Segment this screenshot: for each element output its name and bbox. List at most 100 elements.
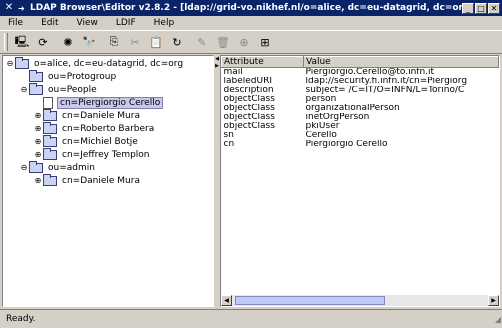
menu-bar: File Edit View LDIF Help	[0, 16, 502, 30]
attribute-value-cell[interactable]: Cerello	[304, 131, 499, 140]
attribute-name-cell[interactable]: sn	[222, 131, 304, 140]
maximize-button[interactable]: □	[475, 2, 487, 14]
table-row[interactable]: labeledURI ldap://security.fi.infn.it/cn=…	[222, 77, 499, 86]
toolbar: 🖳 ⟳ ✺ 🔭 ⎘ ✂ 📋 ↻ ✎ 🗑 ⊕ ⊞	[0, 30, 502, 54]
tree-node[interactable]: ⊕ cn=Roberto Barbera	[33, 121, 156, 135]
column-header-value[interactable]: Value	[303, 56, 499, 68]
search-icon[interactable]: 🔭	[79, 32, 99, 52]
scroll-thumb[interactable]	[235, 296, 385, 305]
scroll-left-button[interactable]: ◀	[221, 295, 232, 306]
folder-icon	[43, 173, 57, 186]
reconnect-icon[interactable]: ⟳	[33, 32, 53, 52]
table-row[interactable]: description subject= /C=IT/O=INFN/L=Torin…	[222, 86, 499, 95]
tree-node-label[interactable]: cn=Roberto Barbera	[60, 124, 156, 134]
attribute-name-cell[interactable]: labeledURI	[222, 77, 304, 86]
paste-icon[interactable]: 📋	[146, 32, 166, 52]
menu-edit[interactable]: Edit	[39, 18, 60, 28]
menu-help[interactable]: Help	[152, 18, 177, 28]
attribute-name-cell[interactable]: description	[222, 86, 304, 95]
attribute-name-cell[interactable]: objectClass	[222, 122, 304, 131]
table-header-row: Attribute Value	[221, 56, 499, 68]
status-bar: Ready. ◢	[0, 309, 502, 328]
rename-icon[interactable]: ↻	[167, 32, 187, 52]
tree-node-label[interactable]: o=alice, dc=eu-datagrid, dc=org	[32, 59, 185, 69]
table-row[interactable]: cn Piergiorgio Cerello	[222, 140, 499, 149]
table-row[interactable]: sn Cerello	[222, 131, 499, 140]
resize-grip-icon[interactable]: ◢	[489, 315, 501, 327]
attribute-name-cell[interactable]: objectClass	[222, 113, 304, 122]
main-content: ⊖ o=alice, dc=eu-datagrid, dc=org ou=Proto…	[2, 55, 500, 307]
attribute-value-cell[interactable]: person	[304, 95, 499, 104]
window-title: LDAP Browser\Editor v2.8.2 - [ldap://gri…	[30, 3, 462, 13]
collapse-icon[interactable]: ⊖	[19, 85, 29, 94]
tree-node-label[interactable]: cn=Daniele Mura	[60, 111, 142, 121]
attribute-name-cell[interactable]: objectClass	[222, 104, 304, 113]
tree-node-label[interactable]: cn=Jeffrey Templon	[60, 150, 152, 160]
attribute-name-cell[interactable]: cn	[222, 140, 304, 149]
tree-node[interactable]: ⊖ o=alice, dc=eu-datagrid, dc=org	[5, 56, 185, 70]
directory-tree[interactable]: ⊖ o=alice, dc=eu-datagrid, dc=org ou=Proto…	[2, 55, 214, 307]
attribute-value-cell[interactable]: Piergiorgio.Cerello@to.infn.it	[304, 68, 499, 78]
attribute-value-cell[interactable]: ldap://security.fi.infn.it/cn=Piergiorg	[304, 77, 499, 86]
tree-node-label[interactable]: cn=Piergiorgio Cerello	[57, 96, 164, 109]
attribute-value-cell[interactable]: inetOrgPerson	[304, 113, 499, 122]
expand-icon[interactable]: ⊕	[33, 176, 43, 185]
expand-icon[interactable]: ⊕	[33, 111, 43, 120]
horizontal-scrollbar[interactable]: ◀ ▶	[221, 295, 499, 306]
attribute-value-cell[interactable]: pkiUser	[304, 122, 499, 131]
tree-node[interactable]: ⊖ ou=admin	[19, 160, 97, 174]
menu-ldif[interactable]: LDIF	[114, 18, 138, 28]
table-row[interactable]: objectClass pkiUser	[222, 122, 499, 131]
refresh-icon[interactable]: ✺	[58, 32, 78, 52]
attribute-table: Attribute Value mail Piergiorgio.Cerello@…	[221, 56, 499, 149]
table-row[interactable]: objectClass person	[222, 95, 499, 104]
folder-icon	[29, 69, 43, 82]
folder-icon	[43, 134, 57, 147]
table-row[interactable]: mail Piergiorgio.Cerello@to.infn.it	[222, 68, 499, 78]
edit-icon[interactable]: ✎	[192, 32, 212, 52]
table-row[interactable]: objectClass inetOrgPerson	[222, 113, 499, 122]
tree-node[interactable]: ⊕ cn=Daniele Mura	[33, 108, 142, 122]
tree-node[interactable]: ou=Protogroup	[19, 69, 118, 83]
scroll-right-button[interactable]: ▶	[488, 295, 499, 306]
folder-icon	[29, 82, 43, 95]
tree-node[interactable]: ⊕ cn=Daniele Mura	[33, 173, 142, 187]
attribute-value-cell[interactable]: Piergiorgio Cerello	[304, 140, 499, 149]
collapse-icon[interactable]: ⊖	[19, 163, 29, 172]
close-button[interactable]: ✕	[488, 2, 500, 14]
expand-icon[interactable]: ⊕	[33, 124, 43, 133]
connect-icon[interactable]: 🖳	[12, 32, 32, 52]
attribute-name-cell[interactable]: objectClass	[222, 95, 304, 104]
attribute-name-cell[interactable]: mail	[222, 68, 304, 78]
attribute-value-cell[interactable]: organizationalPerson	[304, 104, 499, 113]
toolbar-grip[interactable]	[4, 33, 8, 51]
add-attribute-icon[interactable]: ⊞	[255, 32, 275, 52]
column-header-attribute[interactable]: Attribute	[221, 56, 304, 68]
tree-node[interactable]: cn=Piergiorgio Cerello	[33, 96, 164, 109]
cut-icon[interactable]: ✂	[125, 32, 145, 52]
tree-node[interactable]: ⊕ cn=Michiel Botje	[33, 134, 140, 148]
collapse-icon[interactable]: ⊖	[5, 59, 15, 68]
minimize-button[interactable]: _	[462, 2, 474, 14]
menu-view[interactable]: View	[75, 18, 100, 28]
copy-dn-icon[interactable]: ⎘	[104, 32, 124, 52]
expand-icon[interactable]: ⊕	[33, 150, 43, 159]
entry-icon	[43, 96, 53, 109]
expand-icon[interactable]: ⊕	[33, 137, 43, 146]
title-bar: ✕ ➜ LDAP Browser\Editor v2.8.2 - [ldap:/…	[0, 0, 502, 16]
folder-icon	[29, 160, 43, 173]
tree-node-label[interactable]: ou=Protogroup	[46, 72, 118, 82]
add-entry-icon[interactable]: ⊕	[234, 32, 254, 52]
attribute-value-cell[interactable]: subject= /C=IT/O=INFN/L=Torino/C	[304, 86, 499, 95]
tree-node-label[interactable]: ou=People	[46, 85, 99, 95]
menu-file[interactable]: File	[6, 18, 25, 28]
tree-node[interactable]: ⊕ cn=Jeffrey Templon	[33, 147, 152, 161]
system-menu-icon[interactable]: ✕	[2, 1, 16, 15]
tree-node[interactable]: ⊖ ou=People	[19, 82, 99, 96]
table-row[interactable]: objectClass organizationalPerson	[222, 104, 499, 113]
tree-node-label[interactable]: ou=admin	[46, 163, 97, 173]
tree-node-label[interactable]: cn=Michiel Botje	[60, 137, 140, 147]
delete-icon[interactable]: 🗑	[213, 32, 233, 52]
tree-node-label[interactable]: cn=Daniele Mura	[60, 176, 142, 186]
attribute-table-pane: Attribute Value mail Piergiorgio.Cerello@…	[220, 55, 500, 307]
